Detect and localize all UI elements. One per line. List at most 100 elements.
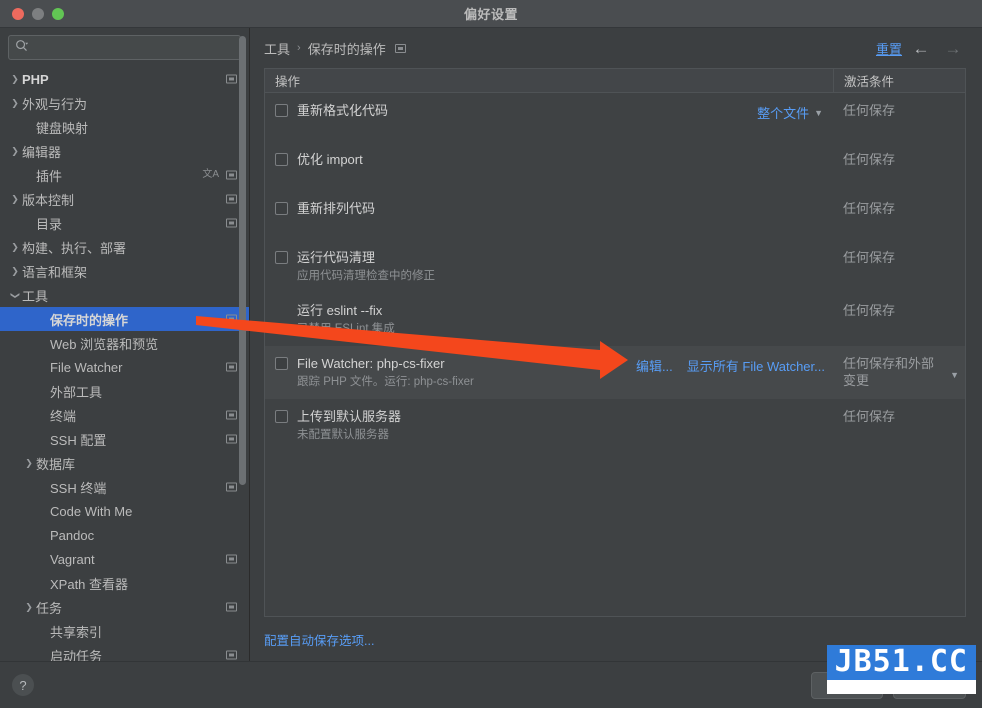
sidebar-item-16[interactable]: ❯ 数据库 [0, 451, 249, 475]
sidebar-item-2[interactable]: 键盘映射 [0, 115, 249, 139]
sidebar-item-label: 语言和框架 [22, 264, 88, 280]
translate-icon: 文A [202, 169, 219, 180]
sidebar-scrollbar[interactable] [239, 36, 246, 485]
sidebar-item-18[interactable]: Code With Me [0, 499, 249, 523]
breadcrumb-separator-icon: › [297, 42, 301, 54]
table-row[interactable]: 优化 import 任何保存 [265, 142, 965, 191]
row-checkbox[interactable] [275, 357, 288, 370]
sidebar-item-11[interactable]: Web 浏览器和预览 [0, 331, 249, 355]
settings-sync-icon [226, 194, 237, 204]
sidebar-item-17[interactable]: SSH 终端 [0, 475, 249, 499]
sidebar-item-1[interactable]: ❯ 外观与行为 [0, 91, 249, 115]
sidebar-item-label: 目录 [36, 216, 63, 232]
help-button[interactable]: ? [12, 674, 34, 696]
table-row[interactable]: 重新排列代码 任何保存 [265, 191, 965, 240]
table-row[interactable]: 运行代码清理 应用代码清理检查中的修正 任何保存 [265, 240, 965, 293]
settings-sync-icon [226, 74, 237, 84]
row-checkbox[interactable] [275, 410, 288, 423]
sidebar-item-4[interactable]: 插件 文A [0, 163, 249, 187]
chevron-right-icon[interactable]: ❯ [8, 74, 22, 84]
row-text-column: 优化 import [297, 151, 363, 168]
nav-back-icon[interactable]: ← [908, 40, 934, 57]
row-condition-value: 任何保存 [843, 201, 896, 216]
row-scope-dropdown[interactable]: 整个文件 ▼ [757, 102, 823, 122]
settings-main-panel: 工具 › 保存时的操作 重置 ← → 操作 激活条件 重新格式化代码 整个文件 ▼ 任… [250, 28, 982, 661]
column-header-action: 操作 [275, 75, 301, 89]
table-row[interactable]: File Watcher: php-cs-fixer 跟踪 PHP 文件。运行: … [265, 346, 965, 399]
sidebar-item-15[interactable]: SSH 配置 [0, 427, 249, 451]
sidebar-item-23[interactable]: 共享索引 [0, 619, 249, 643]
sidebar-item-8[interactable]: ❯ 语言和框架 [0, 259, 249, 283]
row-checkbox[interactable] [275, 104, 288, 117]
table-row[interactable]: 重新格式化代码 整个文件 ▼ 任何保存 [265, 93, 965, 142]
breadcrumb-parent[interactable]: 工具 [264, 39, 290, 58]
sidebar-item-5[interactable]: ❯ 版本控制 [0, 187, 249, 211]
nav-forward-icon[interactable]: → [940, 40, 966, 57]
row-condition-cell: 任何保存 [833, 151, 965, 168]
row-action-cell: File Watcher: php-cs-fixer 跟踪 PHP 文件。运行: … [265, 355, 833, 390]
breadcrumb-current: 保存时的操作 [307, 41, 386, 57]
settings-sync-icon [226, 362, 237, 372]
sidebar-item-3[interactable]: ❯ 编辑器 [0, 139, 249, 163]
sidebar-item-6[interactable]: 目录 [0, 211, 249, 235]
sidebar-item-label: 外观与行为 [22, 96, 88, 112]
sidebar-item-24[interactable]: 启动任务 [0, 643, 249, 661]
row-title: 重新排列代码 [297, 201, 376, 216]
search-input[interactable] [32, 40, 234, 55]
sidebar-item-14[interactable]: 终端 [0, 403, 249, 427]
sidebar-item-20[interactable]: Vagrant [0, 547, 249, 571]
chevron-right-icon[interactable]: ❯ [8, 242, 22, 252]
sidebar-item-label: 插件 [36, 168, 63, 184]
row-action-cell: 优化 import [265, 151, 833, 168]
search-box[interactable] [8, 35, 241, 60]
sidebar-item-13[interactable]: 外部工具 [0, 379, 249, 403]
row-condition-value: 任何保存 [843, 152, 896, 167]
chevron-right-icon[interactable]: ❯ [8, 98, 22, 108]
row-action-cell: 运行代码清理 应用代码清理检查中的修正 [265, 249, 833, 284]
row-title: 重新格式化代码 [297, 103, 389, 118]
watermark: JB51.CC [826, 645, 976, 694]
chevron-right-icon[interactable]: ❯ [8, 266, 22, 276]
sidebar-item-21[interactable]: XPath 查看器 [0, 571, 249, 595]
chevron-down-icon[interactable]: ❯ [11, 288, 21, 302]
row-action-cell: 重新格式化代码 整个文件 ▼ [265, 102, 833, 122]
row-title: File Watcher: php-cs-fixer [297, 356, 445, 371]
chevron-right-icon[interactable]: ❯ [22, 602, 36, 612]
search-icon [15, 39, 29, 57]
configure-autosave-link[interactable]: 配置自动保存选项... [264, 630, 374, 649]
sidebar-item-label: File Watcher [50, 359, 123, 375]
table-row[interactable]: 上传到默认服务器 未配置默认服务器 任何保存 [265, 399, 965, 452]
chevron-right-icon[interactable]: ❯ [22, 458, 36, 468]
sidebar-item-label: 编辑器 [22, 144, 62, 160]
row-condition-cell[interactable]: 任何保存和外部变更 ▼ [833, 355, 965, 389]
row-checkbox[interactable] [275, 153, 288, 166]
sidebar-item-7[interactable]: ❯ 构建、执行、部署 [0, 235, 249, 259]
chevron-right-icon[interactable]: ❯ [8, 194, 22, 204]
reset-link[interactable]: 重置 [876, 39, 902, 58]
row-link-1[interactable]: 显示所有 File Watcher... [687, 356, 825, 375]
row-checkbox[interactable] [275, 251, 288, 264]
chevron-right-icon[interactable]: ❯ [8, 146, 22, 156]
sidebar-item-9[interactable]: ❯ 工具 [0, 283, 249, 307]
row-link-0[interactable]: 编辑... [636, 356, 673, 375]
settings-scope-icon[interactable] [394, 43, 406, 53]
row-condition-value: 任何保存和外部变更 [843, 356, 935, 388]
sidebar-item-label: 启动任务 [50, 648, 103, 662]
sidebar-item-0[interactable]: ❯ PHP [0, 67, 249, 91]
row-condition-cell: 任何保存 [833, 102, 965, 119]
actions-table: 操作 激活条件 重新格式化代码 整个文件 ▼ 任何保存 优化 import 任何保存 重新排… [264, 68, 966, 617]
chevron-down-icon[interactable]: ▼ [950, 367, 959, 384]
sidebar-item-10[interactable]: 保存时的操作 [0, 307, 249, 331]
sidebar-item-12[interactable]: File Watcher [0, 355, 249, 379]
sidebar-item-label: 键盘映射 [36, 120, 89, 136]
sidebar-item-label: XPath 查看器 [50, 576, 129, 592]
settings-tree[interactable]: ❯ PHP ❯ 外观与行为 键盘映射 ❯ 编辑器 插件 文A ❯ 版本控制 目录 ❯ 构建、执行、部署 ❯ 语… [0, 66, 249, 661]
table-row[interactable]: 运行 eslint --fix 已禁用 ESLint 集成 任何保存 [265, 293, 965, 346]
row-text-column: 运行 eslint --fix 已禁用 ESLint 集成 [297, 302, 395, 337]
row-checkbox[interactable] [275, 202, 288, 215]
sidebar-item-19[interactable]: Pandoc [0, 523, 249, 547]
sidebar-item-label: 数据库 [36, 456, 76, 472]
row-condition-cell: 任何保存 [833, 249, 965, 266]
row-action-cell: 上传到默认服务器 未配置默认服务器 [265, 408, 833, 443]
sidebar-item-22[interactable]: ❯ 任务 [0, 595, 249, 619]
